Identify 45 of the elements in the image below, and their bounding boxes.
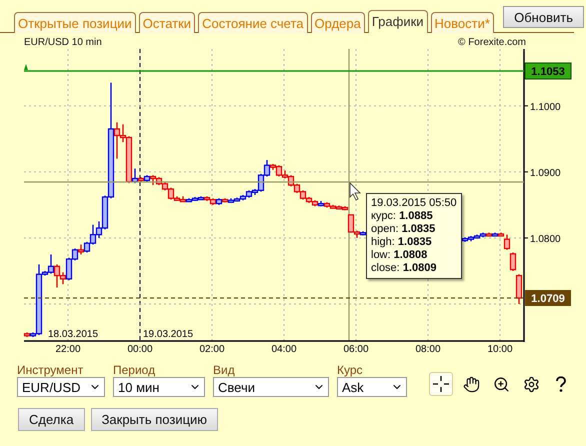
time-axis-label: 22:00 bbox=[55, 344, 81, 355]
zoom-icon bbox=[492, 376, 510, 392]
date-label: 19.03.2015 bbox=[143, 329, 194, 340]
time-axis-label: 04:00 bbox=[271, 344, 297, 355]
time-axis-label: 00:00 bbox=[127, 344, 153, 355]
price-axis-label: 1.1000 bbox=[530, 102, 561, 113]
chart-title: EUR/USD 10 min bbox=[24, 37, 102, 49]
cursor-icon bbox=[350, 182, 361, 201]
refresh-button[interactable]: Обновить bbox=[503, 6, 584, 28]
time-axis-label: 10:00 bbox=[487, 344, 513, 355]
time-axis-label: 06:00 bbox=[343, 344, 369, 355]
help-icon bbox=[555, 375, 567, 393]
candlestick bbox=[510, 252, 516, 272]
action-button[interactable]: Сделка bbox=[18, 408, 85, 431]
copyright-text: © Forexite.com bbox=[458, 37, 526, 49]
current-price-marker: 1.0709 bbox=[525, 290, 571, 306]
field-label: Период bbox=[113, 363, 156, 377]
crosshair-tool[interactable] bbox=[429, 372, 453, 396]
tooltip-row-text: low: 1.0808 bbox=[371, 249, 428, 262]
tooltip-row-text: open: 1.0835 bbox=[371, 223, 436, 236]
tab[interactable]: Графики bbox=[368, 10, 428, 33]
price-axis-label: 1.0800 bbox=[530, 234, 561, 245]
price-marker: 1.1053 bbox=[524, 62, 572, 80]
tooltip-row-text: high: 1.0835 bbox=[371, 236, 433, 249]
time-axis-label: 02:00 bbox=[199, 344, 225, 355]
date-label: 18.03.2015 bbox=[48, 329, 98, 340]
dropdown[interactable]: Свечи bbox=[213, 377, 329, 397]
dropdown[interactable]: 10 мин bbox=[113, 377, 205, 397]
action-button[interactable]: Закрыть позицию bbox=[90, 408, 218, 431]
crosshair-icon bbox=[432, 375, 450, 393]
field-label: Курс bbox=[337, 363, 364, 377]
candlestick bbox=[78, 244, 84, 256]
field-label: Инструмент bbox=[17, 363, 84, 377]
candlestick bbox=[504, 234, 510, 250]
dropdown[interactable]: Ask bbox=[337, 377, 407, 397]
time-axis-label: 08:00 bbox=[415, 344, 441, 355]
price-axis-label: 1.0900 bbox=[530, 168, 561, 179]
tooltip-row-text: курс: 1.0885 bbox=[371, 210, 434, 223]
dropdown[interactable]: EUR/USD bbox=[17, 377, 105, 397]
tooltip-date: 19.03.2015 05:50 bbox=[371, 197, 457, 210]
hand-icon bbox=[462, 376, 480, 392]
settings-icon bbox=[522, 376, 540, 392]
tooltip-row-text: close: 1.0809 bbox=[371, 262, 438, 275]
field-label: Вид bbox=[213, 363, 236, 377]
candlestick bbox=[516, 274, 522, 305]
